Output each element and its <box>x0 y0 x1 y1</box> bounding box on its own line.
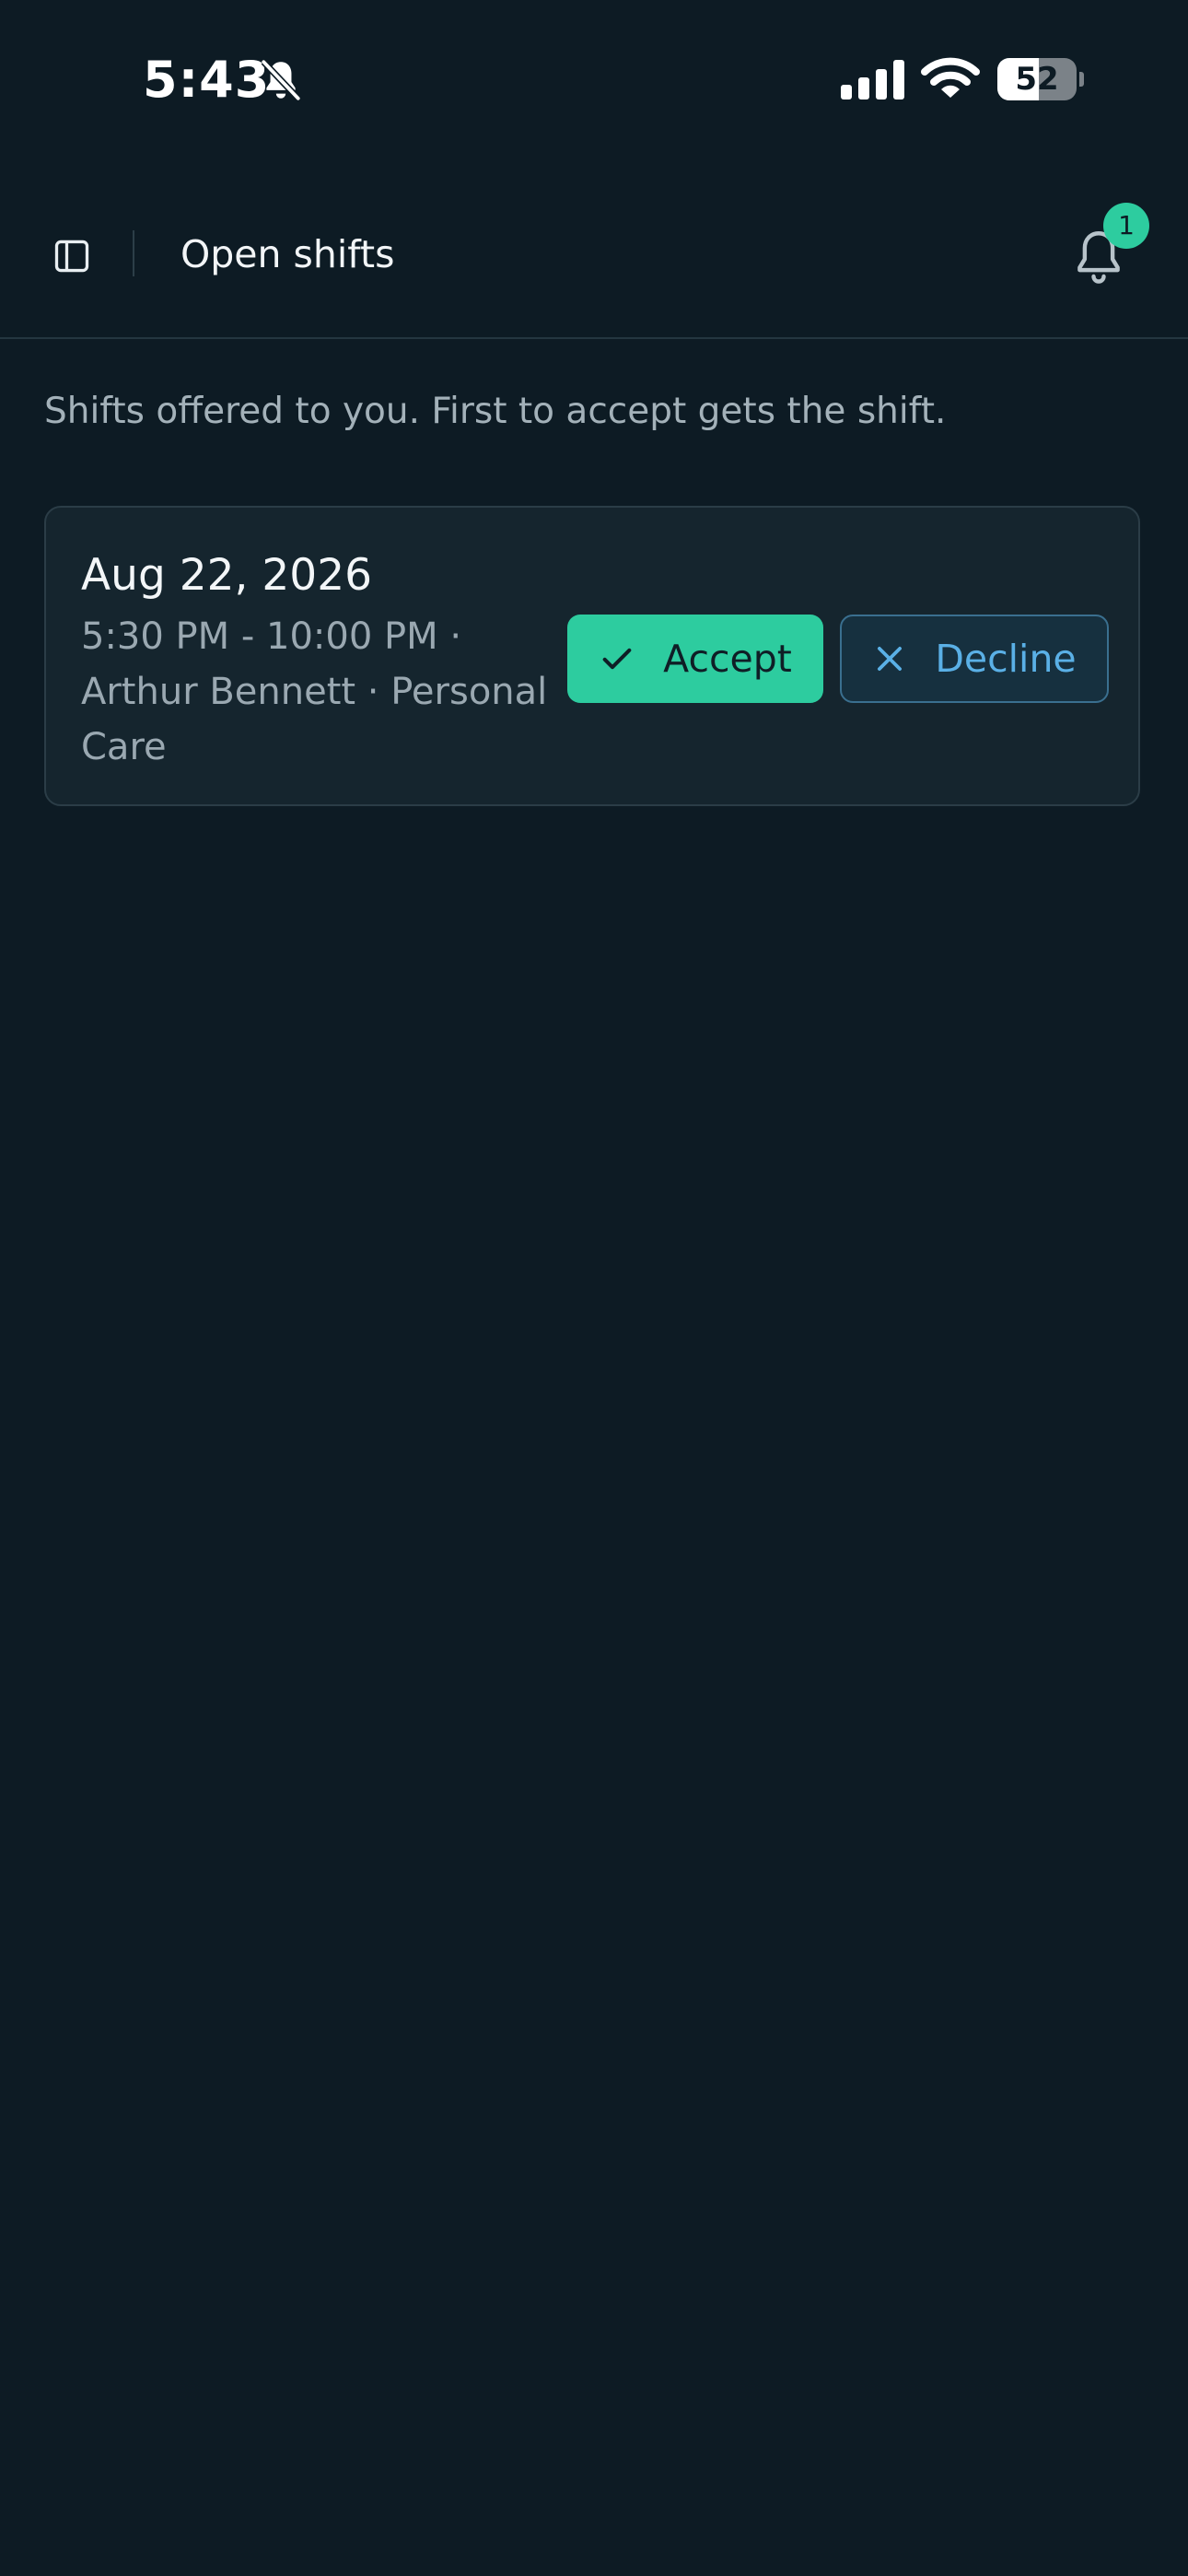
accept-button[interactable]: Accept <box>567 615 823 703</box>
battery-icon: 52 <box>997 58 1084 100</box>
decline-button-label: Decline <box>935 637 1077 681</box>
cellular-signal-icon <box>841 60 904 100</box>
app-header: Open shifts 1 <box>0 193 1188 339</box>
status-time: 5:43 <box>143 51 271 109</box>
battery-body: 52 <box>997 58 1077 100</box>
decline-button[interactable]: Decline <box>840 615 1109 703</box>
bell-slash-icon <box>261 59 301 101</box>
shift-date: Aug 22, 2026 <box>81 550 373 601</box>
shift-details: 5:30 PM - 10:00 PM · Arthur Bennett · Pe… <box>81 615 548 768</box>
battery-percent: 52 <box>1015 61 1059 98</box>
open-shifts-screen: 5:43 52 Open shifts 1 Shifts offered to … <box>0 0 1188 2576</box>
sidebar-toggle-button[interactable] <box>46 230 98 282</box>
x-icon <box>878 647 903 671</box>
sidebar-toggle-icon <box>54 240 89 273</box>
header-divider <box>133 230 134 276</box>
page-title: Open shifts <box>181 232 395 276</box>
intro-text: Shifts offered to you. First to accept g… <box>44 391 947 432</box>
notification-count-badge: 1 <box>1103 203 1149 249</box>
shift-card: Aug 22, 2026 5:30 PM - 10:00 PM · Arthur… <box>44 506 1140 806</box>
status-bar: 5:43 52 <box>0 0 1188 161</box>
accept-button-label: Accept <box>663 637 792 681</box>
battery-cap <box>1079 72 1084 87</box>
wifi-icon <box>921 57 980 98</box>
checkmark-icon <box>602 648 632 670</box>
